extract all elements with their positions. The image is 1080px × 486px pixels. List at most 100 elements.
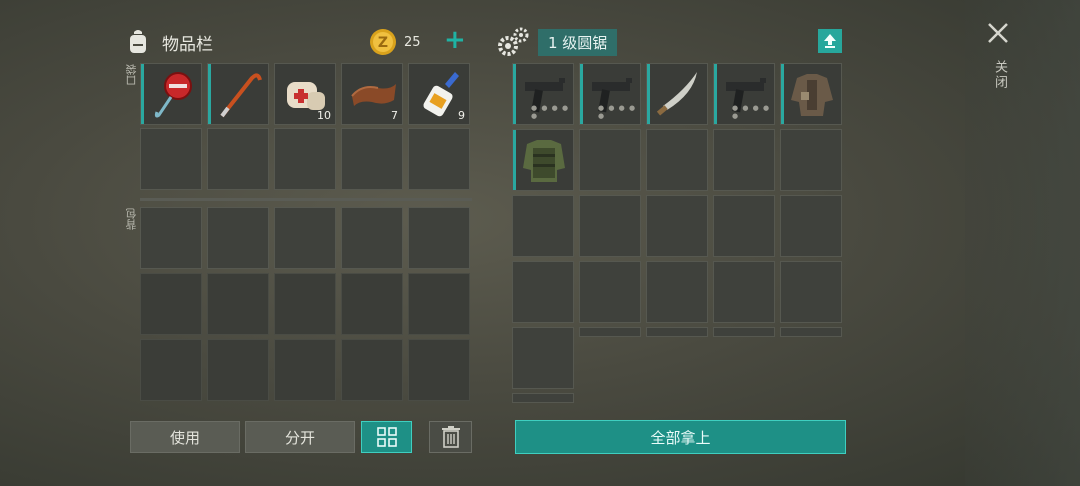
inventory-slot-stop-sign[interactable] [140,63,202,125]
backpack-icon [130,30,146,53]
slot-indicator [714,64,717,124]
container-slot-empty[interactable] [646,129,708,191]
container-slot-uzi[interactable]: ● ● ● ● ● [579,63,641,125]
inventory-title: 物品栏 [162,34,213,55]
svg-text:Z: Z [378,35,388,51]
container-slot-empty[interactable] [512,327,574,389]
use-button[interactable]: 使用 [130,421,240,453]
inventory-slot-empty[interactable] [207,128,269,190]
take-all-button[interactable]: 全部拿上 [515,420,846,454]
right-side-panel [965,0,1080,486]
slot-indicator [647,64,650,124]
container-slot-empty[interactable] [713,261,775,323]
machete-icon [656,72,697,116]
backpack-slot-locked[interactable] [207,273,269,335]
inventory-slot-crowbar[interactable] [207,63,269,125]
slot-indicator [513,130,516,190]
backpack-slot-locked[interactable] [341,273,403,335]
grid-sort-icon [376,427,397,447]
container-slot-jacket[interactable] [780,63,842,125]
backpack-slot-empty[interactable] [207,207,269,269]
slot-indicator [781,64,784,124]
inventory-slot-empty[interactable] [408,128,470,190]
pocket-label: 口袋 [125,64,138,86]
backpack-grid [140,207,470,401]
backpack-slot-locked[interactable] [274,273,336,335]
backpack-slot-locked[interactable] [341,339,403,401]
durability-dots: ● ● ● ● ● [531,104,570,120]
container-slot-empty[interactable] [512,393,574,403]
slot-indicator [513,64,516,124]
pocket-backpack-divider [140,198,472,201]
container-slot-empty[interactable] [780,129,842,191]
container-slot-empty[interactable] [646,195,708,257]
container-slot-empty[interactable] [780,195,842,257]
container-slot-empty[interactable] [713,129,775,191]
backpack-slot-empty[interactable] [140,207,202,269]
armor-vest-icon [523,140,565,182]
crowbar-icon [220,73,262,118]
durability-dots: ● ● ● ● ● [598,104,637,120]
delete-button[interactable] [429,421,472,453]
container-title: 1 级圆锯 [538,28,618,56]
container-slot-empty[interactable] [512,195,574,257]
backpack-slot-locked[interactable] [140,339,202,401]
slot-indicator [580,64,583,124]
container-slot-uzi[interactable]: ● ● ● ● ● [713,63,775,125]
close-label[interactable]: 关闭 [990,60,1009,90]
container-slot-uzi[interactable]: ● ● ● ● ● [512,63,574,125]
inventory-slot-glue[interactable]: 9 [408,63,470,125]
container-slot-armor-vest[interactable] [512,129,574,191]
container-slot-empty[interactable] [713,327,775,337]
slot-indicator [141,64,144,124]
inventory-slot-empty[interactable] [341,128,403,190]
sort-button[interactable] [361,421,412,453]
coin-counter: Z 25 + [368,27,466,57]
backpack-slot-locked[interactable] [408,339,470,401]
backpack-slot-locked[interactable] [207,339,269,401]
coin-icon: Z [370,29,396,55]
stop-sign-icon [154,72,192,118]
coin-count: 25 [404,34,421,50]
backpack-slot-locked[interactable] [274,339,336,401]
split-button[interactable]: 分开 [245,421,355,453]
container-slot-empty[interactable] [780,327,842,337]
slot-indicator [208,64,211,124]
trash-icon [441,426,460,448]
inventory-slot-leather[interactable]: 7 [341,63,403,125]
item-count: 7 [391,109,398,122]
store-all-button[interactable] [818,29,842,53]
inventory-slot-empty[interactable] [140,128,202,190]
container-slot-empty[interactable] [579,261,641,323]
container-header: 1 级圆锯 [496,26,618,58]
jacket-icon [791,74,833,116]
backpack-label: 背包 [125,208,138,230]
item-count: 9 [458,109,465,122]
container-slot-empty[interactable] [579,129,641,191]
backpack-slot-empty[interactable] [274,207,336,269]
upload-arrow-icon [824,34,836,48]
pocket-grid: 10 7 9 [140,63,470,190]
container-slot-empty[interactable] [646,261,708,323]
container-slot-empty[interactable] [780,261,842,323]
container-slot-empty[interactable] [579,195,641,257]
backpack-slot-locked[interactable] [140,273,202,335]
inventory-header: 物品栏 [124,24,213,60]
plus-icon[interactable]: + [444,27,466,53]
backpack-slot-empty[interactable] [408,207,470,269]
item-count: 10 [317,109,331,122]
backpack-slot-locked[interactable] [408,273,470,335]
container-slot-machete[interactable] [646,63,708,125]
gears-icon [498,27,529,56]
container-slot-empty[interactable] [646,327,708,337]
container-slot-empty[interactable] [579,327,641,337]
inventory-slot-empty[interactable] [274,128,336,190]
container-grid: ● ● ● ● ● ● ● ● ● ● ● ● ● ● ● [512,63,842,403]
container-slot-empty[interactable] [713,195,775,257]
inventory-slot-bandage[interactable]: 10 [274,63,336,125]
durability-dots: ● ● ● ● ● [732,104,771,120]
close-button[interactable] [983,18,1013,52]
close-icon [988,23,1008,43]
backpack-slot-empty[interactable] [341,207,403,269]
container-slot-empty[interactable] [512,261,574,323]
